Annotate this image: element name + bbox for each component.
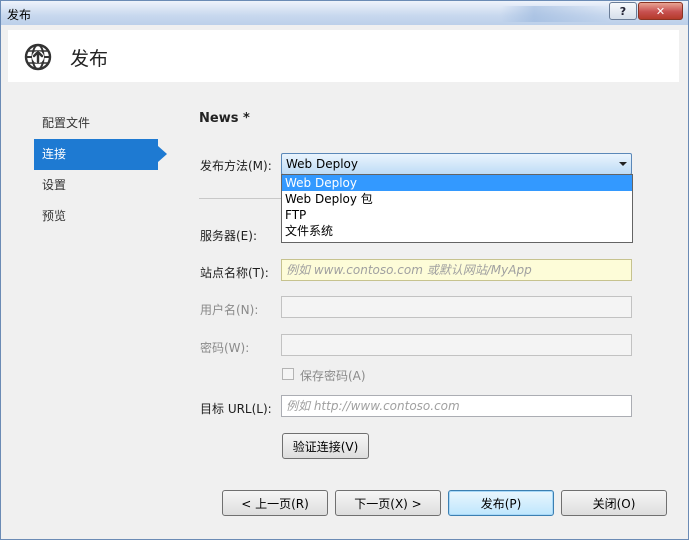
site-name-placeholder: 例如 www.contoso.com 或默认网站/MyApp: [286, 263, 532, 277]
dropdown-option-file-system[interactable]: 文件系统: [282, 223, 632, 239]
publish-button[interactable]: 发布(P): [448, 490, 554, 516]
site-name-label: 站点名称(T):: [200, 266, 269, 280]
globe-publish-icon: [24, 43, 52, 71]
help-icon: ?: [619, 4, 627, 18]
close-label: 关闭(O): [592, 496, 636, 511]
nav-item-label: 连接: [42, 147, 67, 161]
target-url-placeholder: 例如 http://www.contoso.com: [286, 399, 460, 413]
save-password-checkbox[interactable]: [282, 368, 294, 380]
close-button[interactable]: 关闭(O): [561, 490, 667, 516]
nav-item-settings[interactable]: 设置: [34, 170, 166, 201]
close-icon: ✕: [655, 4, 666, 18]
chevron-down-icon: [619, 162, 627, 166]
title-glow: [501, 6, 611, 22]
password-input[interactable]: [281, 334, 632, 356]
server-label: 服务器(E):: [200, 229, 257, 243]
previous-button[interactable]: < 上一页(R): [222, 490, 328, 516]
next-label: 下一页(X) >: [354, 496, 422, 511]
wizard-nav: 配置文件 连接 设置 预览: [34, 108, 167, 232]
section-divider: [199, 198, 283, 199]
validate-connection-button[interactable]: 验证连接(V): [282, 433, 369, 459]
nav-item-label: 预览: [42, 209, 67, 223]
close-window-button[interactable]: ✕: [638, 2, 683, 20]
nav-item-label: 配置文件: [42, 116, 91, 130]
password-label: 密码(W):: [200, 341, 250, 355]
nav-item-connection[interactable]: 连接: [34, 139, 167, 170]
save-password-label: 保存密码(A): [300, 369, 366, 383]
validate-connection-label: 验证连接(V): [292, 439, 359, 454]
header-title: 发布: [70, 48, 109, 70]
dropdown-option-ftp[interactable]: FTP: [282, 207, 632, 223]
publish-label: 发布(P): [480, 496, 522, 511]
dropdown-option-web-deploy-package[interactable]: Web Deploy 包: [282, 191, 632, 207]
publish-method-select[interactable]: Web Deploy: [281, 153, 632, 175]
target-url-input[interactable]: 例如 http://www.contoso.com: [281, 395, 632, 417]
publish-method-value: Web Deploy: [286, 157, 358, 171]
title-bar: 发布 ? ✕: [1, 1, 688, 25]
next-button[interactable]: 下一页(X) >: [335, 490, 441, 516]
username-input[interactable]: [281, 296, 632, 318]
target-url-label: 目标 URL(L):: [200, 402, 272, 416]
window-title: 发布: [7, 8, 32, 22]
publish-method-label: 发布方法(M):: [200, 159, 272, 173]
publish-method-dropdown: Web Deploy Web Deploy 包 FTP 文件系统: [281, 174, 633, 243]
site-name-input[interactable]: 例如 www.contoso.com 或默认网站/MyApp: [281, 259, 632, 281]
previous-label: < 上一页(R): [241, 496, 309, 511]
nav-item-profile[interactable]: 配置文件: [34, 108, 166, 139]
profile-name: News *: [199, 111, 250, 126]
username-label: 用户名(N):: [200, 303, 259, 317]
dropdown-option-web-deploy[interactable]: Web Deploy: [282, 175, 632, 191]
nav-item-preview[interactable]: 预览: [34, 201, 166, 232]
help-button[interactable]: ?: [609, 2, 637, 20]
dialog-header: 发布: [8, 30, 679, 82]
nav-item-label: 设置: [42, 178, 67, 192]
